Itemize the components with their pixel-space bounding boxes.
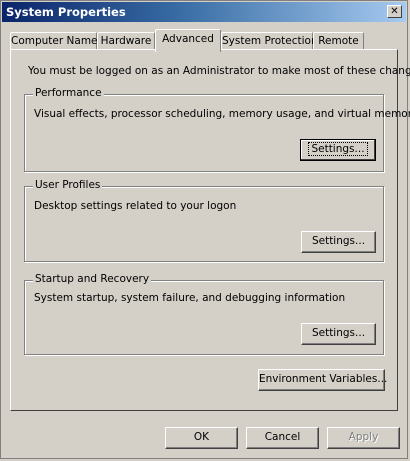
startup-recovery-settings-button[interactable]: Settings... bbox=[301, 323, 376, 345]
window-title: System Properties bbox=[6, 5, 126, 19]
tab-advanced[interactable]: Advanced bbox=[155, 29, 221, 52]
user-profiles-legend: User Profiles bbox=[33, 179, 103, 191]
close-icon[interactable]: ✕ bbox=[387, 5, 402, 18]
user-profiles-settings-button[interactable]: Settings... bbox=[301, 231, 376, 253]
tab-remote[interactable]: Remote bbox=[313, 32, 364, 50]
ok-button[interactable]: OK bbox=[165, 427, 238, 449]
environment-variables-button[interactable]: Environment Variables... bbox=[258, 369, 387, 391]
performance-legend: Performance bbox=[33, 87, 104, 99]
performance-description: Visual effects, processor scheduling, me… bbox=[34, 108, 410, 120]
tab-system-protection[interactable]: System Protection bbox=[221, 32, 318, 50]
tab-computer-name[interactable]: Computer Name bbox=[10, 32, 98, 50]
tab-hardware[interactable]: Hardware bbox=[97, 32, 155, 50]
cancel-button[interactable]: Cancel bbox=[246, 427, 319, 449]
performance-settings-label: Settings... bbox=[308, 142, 368, 156]
startup-recovery-description: System startup, system failure, and debu… bbox=[34, 292, 346, 304]
startup-recovery-legend: Startup and Recovery bbox=[33, 273, 152, 285]
title-bar[interactable]: System Properties ✕ bbox=[2, 2, 406, 22]
performance-settings-button[interactable]: Settings... bbox=[300, 139, 376, 161]
user-profiles-description: Desktop settings related to your logon bbox=[34, 200, 237, 212]
apply-button[interactable]: Apply bbox=[327, 427, 400, 449]
admin-notice: You must be logged on as an Administrato… bbox=[28, 65, 410, 77]
